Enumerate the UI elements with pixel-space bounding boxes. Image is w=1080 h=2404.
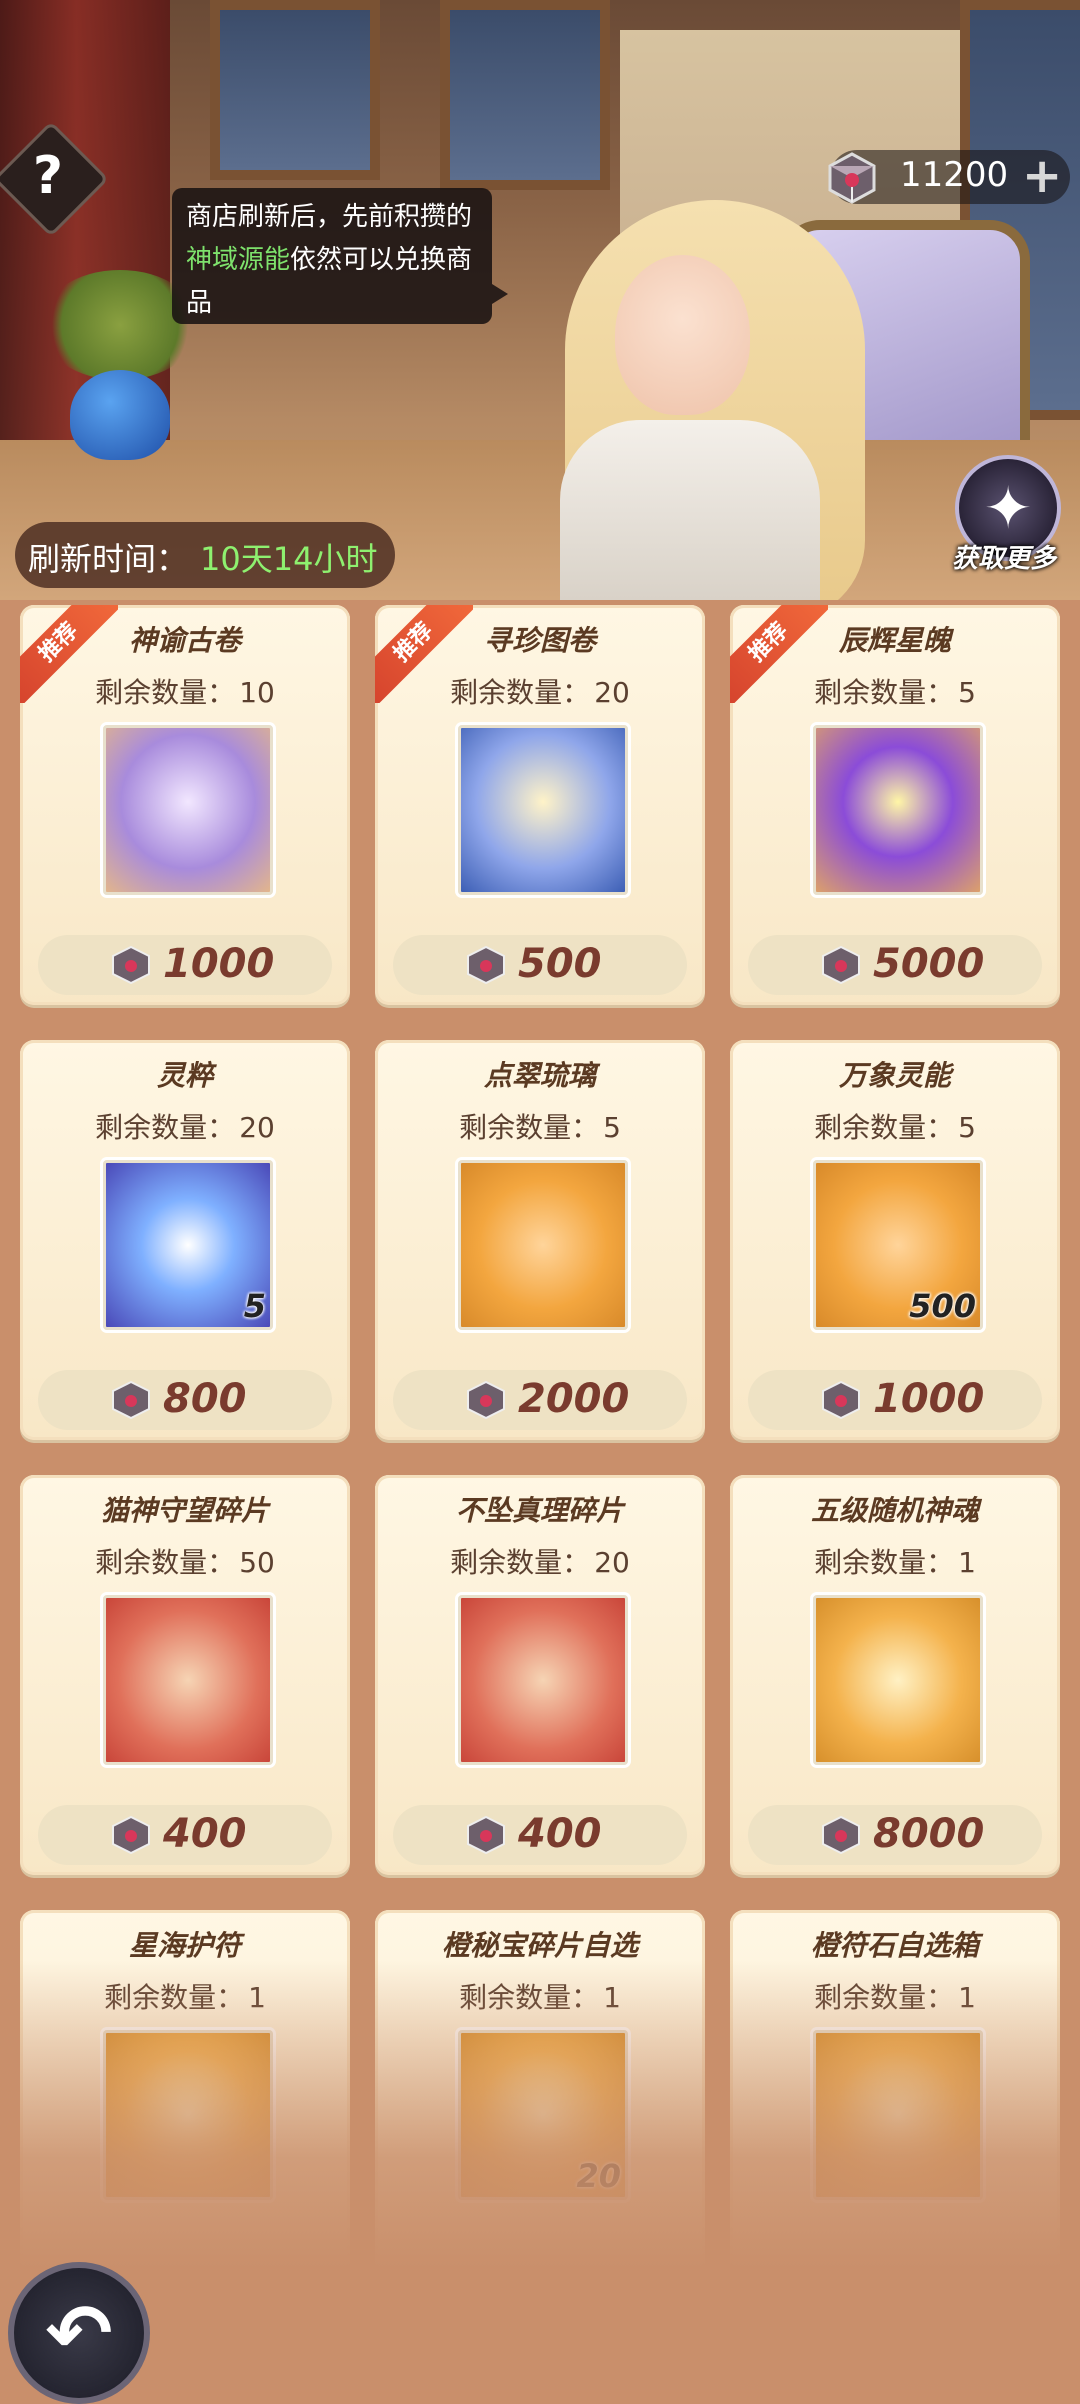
gem-chest-icon bbox=[112, 945, 150, 985]
scroll-fade-overlay bbox=[0, 1960, 1080, 2400]
item-remain: 剩余数量： 5 bbox=[814, 1111, 976, 1144]
shop-item-card[interactable]: 推荐 神谕古卷 剩余数量： 10 1000 bbox=[20, 605, 350, 1005]
item-remain: 剩余数量： 20 bbox=[450, 1546, 630, 1579]
item-name: 橙符石自选箱 bbox=[810, 1929, 979, 1962]
gem-chest-icon bbox=[112, 1380, 150, 1420]
gem-chest-icon bbox=[822, 1815, 860, 1855]
item-remain: 剩余数量： 5 bbox=[459, 1111, 621, 1144]
shop-item-card[interactable]: 万象灵能 剩余数量： 5 500 1000 bbox=[730, 1040, 1060, 1440]
item-name: 万象灵能 bbox=[838, 1059, 951, 1092]
item-price: 1000 bbox=[163, 941, 275, 987]
shop-item-card[interactable]: 推荐 辰辉星魄 剩余数量： 5 5000 bbox=[730, 605, 1060, 1005]
buy-button[interactable]: 400 bbox=[38, 1805, 332, 1865]
gem-chest-icon bbox=[467, 945, 505, 985]
buy-button[interactable]: 5000 bbox=[748, 935, 1042, 995]
treasure-scroll-icon bbox=[458, 725, 628, 895]
truth-hero-portrait-icon bbox=[458, 1595, 628, 1765]
refresh-label: 刷新时间： bbox=[28, 540, 189, 578]
item-name: 橙秘宝碎片自选 bbox=[441, 1929, 638, 1962]
buy-button[interactable]: 400 bbox=[393, 1805, 687, 1865]
item-price: 500 bbox=[518, 941, 602, 987]
item-name: 不坠真理碎片 bbox=[455, 1494, 624, 1527]
gem-chest-icon bbox=[822, 1380, 860, 1420]
shop-item-card[interactable]: 推荐 寻珍图卷 剩余数量： 20 500 bbox=[375, 605, 705, 1005]
buy-button[interactable]: 8000 bbox=[748, 1805, 1042, 1865]
shopkeeper-body bbox=[560, 420, 820, 600]
item-name: 寻珍图卷 bbox=[483, 624, 596, 657]
item-quantity-badge: 500 bbox=[909, 1287, 976, 1325]
shop-item-card[interactable]: 灵粹 剩余数量： 20 5 800 bbox=[20, 1040, 350, 1440]
item-remain: 剩余数量： 20 bbox=[95, 1111, 275, 1144]
random-soul-icon bbox=[813, 1595, 983, 1765]
gem-chest-icon bbox=[467, 1380, 505, 1420]
item-remain: 剩余数量： 20 bbox=[450, 676, 630, 709]
item-name: 辰辉星魄 bbox=[838, 624, 951, 657]
currency-value: 11200 bbox=[900, 155, 1009, 195]
item-price: 800 bbox=[163, 1376, 247, 1422]
item-name: 猫神守望碎片 bbox=[100, 1494, 269, 1527]
shop-item-card[interactable]: 猫神守望碎片 剩余数量： 50 400 bbox=[20, 1475, 350, 1875]
tooltip-text-1: 商店刷新后，先前积攒的 bbox=[186, 202, 473, 232]
add-currency-button[interactable]: + bbox=[1022, 148, 1062, 204]
gem-chest-icon bbox=[467, 1815, 505, 1855]
item-name: 灵粹 bbox=[156, 1059, 213, 1092]
window-decoration bbox=[440, 0, 610, 190]
shop-tooltip: 商店刷新后，先前积攒的神域源能依然可以兑换商品 bbox=[172, 188, 508, 324]
buy-button[interactable]: 2000 bbox=[393, 1370, 687, 1430]
shop-item-card[interactable]: 点翠琉璃 剩余数量： 5 2000 bbox=[375, 1040, 705, 1440]
item-price: 5000 bbox=[873, 941, 985, 987]
item-name: 五级随机神魂 bbox=[810, 1494, 979, 1527]
item-name: 神谕古卷 bbox=[128, 624, 241, 657]
item-remain: 剩余数量： 5 bbox=[814, 676, 976, 709]
get-more-label[interactable]: 获取更多 bbox=[938, 538, 1070, 575]
glass-gem-icon bbox=[458, 1160, 628, 1330]
energy-crystal-icon: 500 bbox=[813, 1160, 983, 1330]
cat-god-portrait-icon bbox=[103, 1595, 273, 1765]
buy-button[interactable]: 500 bbox=[393, 935, 687, 995]
item-name: 星海护符 bbox=[128, 1929, 241, 1962]
gem-chest-icon bbox=[112, 1815, 150, 1855]
buy-button[interactable]: 800 bbox=[38, 1370, 332, 1430]
gem-chest-icon bbox=[822, 945, 860, 985]
item-remain: 剩余数量： 10 bbox=[95, 676, 275, 709]
back-arrow-icon: ↶ bbox=[45, 2286, 113, 2380]
window-decoration bbox=[210, 0, 380, 180]
item-price: 400 bbox=[163, 1811, 247, 1857]
shop-item-card[interactable]: 不坠真理碎片 剩余数量： 20 400 bbox=[375, 1475, 705, 1875]
item-name: 点翠琉璃 bbox=[483, 1059, 596, 1092]
help-icon[interactable]: ? bbox=[10, 138, 86, 214]
back-button[interactable]: ↶ bbox=[8, 2262, 150, 2404]
item-price: 8000 bbox=[873, 1811, 985, 1857]
item-remain: 剩余数量：1 bbox=[814, 1546, 976, 1579]
item-price: 2000 bbox=[518, 1376, 630, 1422]
star-orb-icon bbox=[813, 725, 983, 895]
item-price: 1000 bbox=[873, 1376, 985, 1422]
item-price: 400 bbox=[518, 1811, 602, 1857]
refresh-value: 10天14小时 bbox=[200, 540, 378, 578]
scroll-icon bbox=[103, 725, 273, 895]
shopkeeper-face bbox=[615, 255, 750, 415]
shop-item-card[interactable]: 五级随机神魂 剩余数量： 1 8000 bbox=[730, 1475, 1060, 1875]
gem-chest-icon bbox=[828, 152, 876, 204]
vase-decoration bbox=[70, 370, 170, 460]
shop-banner bbox=[0, 0, 1080, 600]
item-quantity-badge: 5 bbox=[243, 1287, 266, 1325]
spirit-essence-icon: 5 bbox=[103, 1160, 273, 1330]
buy-button[interactable]: 1000 bbox=[38, 935, 332, 995]
tooltip-highlight: 神域源能 bbox=[186, 245, 291, 275]
item-remain: 剩余数量： 50 bbox=[95, 1546, 275, 1579]
buy-button[interactable]: 1000 bbox=[748, 1370, 1042, 1430]
